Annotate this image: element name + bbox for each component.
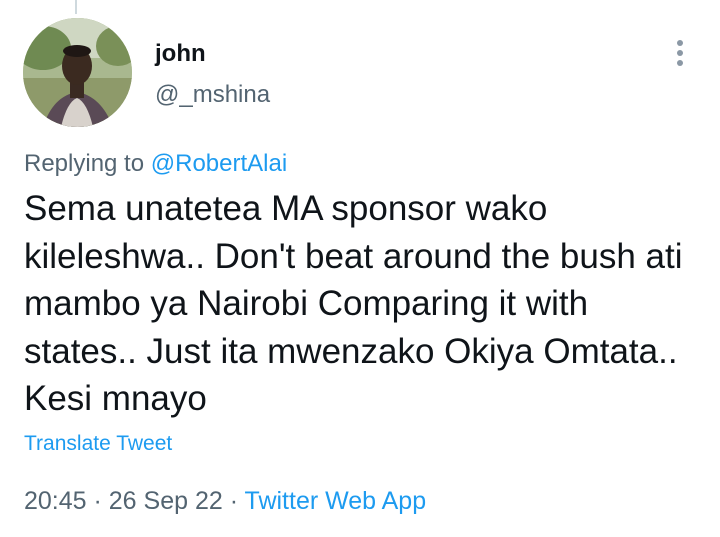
replying-to-mention-link[interactable]: @RobertAlai bbox=[151, 150, 287, 177]
replying-to-line: Replying to @RobertAlai bbox=[24, 150, 287, 178]
more-dot bbox=[677, 50, 683, 56]
replying-prefix: Replying to bbox=[24, 150, 151, 177]
avatar[interactable] bbox=[23, 18, 132, 127]
meta-separator: · bbox=[86, 487, 109, 515]
tweet-metadata: 20:45 · 26 Sep 22 · Twitter Web App bbox=[24, 487, 426, 516]
tweet-time[interactable]: 20:45 bbox=[24, 487, 87, 515]
tweet-source-link[interactable]: Twitter Web App bbox=[245, 487, 427, 515]
more-vertical-icon[interactable] bbox=[668, 38, 692, 68]
display-name[interactable]: john bbox=[155, 40, 206, 68]
user-handle[interactable]: @_mshina bbox=[155, 81, 270, 109]
avatar-photo bbox=[23, 18, 132, 127]
meta-separator: · bbox=[222, 487, 245, 515]
tweet-date[interactable]: 26 Sep 22 bbox=[109, 487, 223, 515]
more-dot bbox=[677, 40, 683, 46]
more-dot bbox=[677, 60, 683, 66]
translate-tweet-link[interactable]: Translate Tweet bbox=[24, 432, 172, 456]
tweet-text: Sema unatetea MA sponsor wako kileleshwa… bbox=[24, 189, 683, 418]
thread-connector-line bbox=[75, 0, 77, 14]
